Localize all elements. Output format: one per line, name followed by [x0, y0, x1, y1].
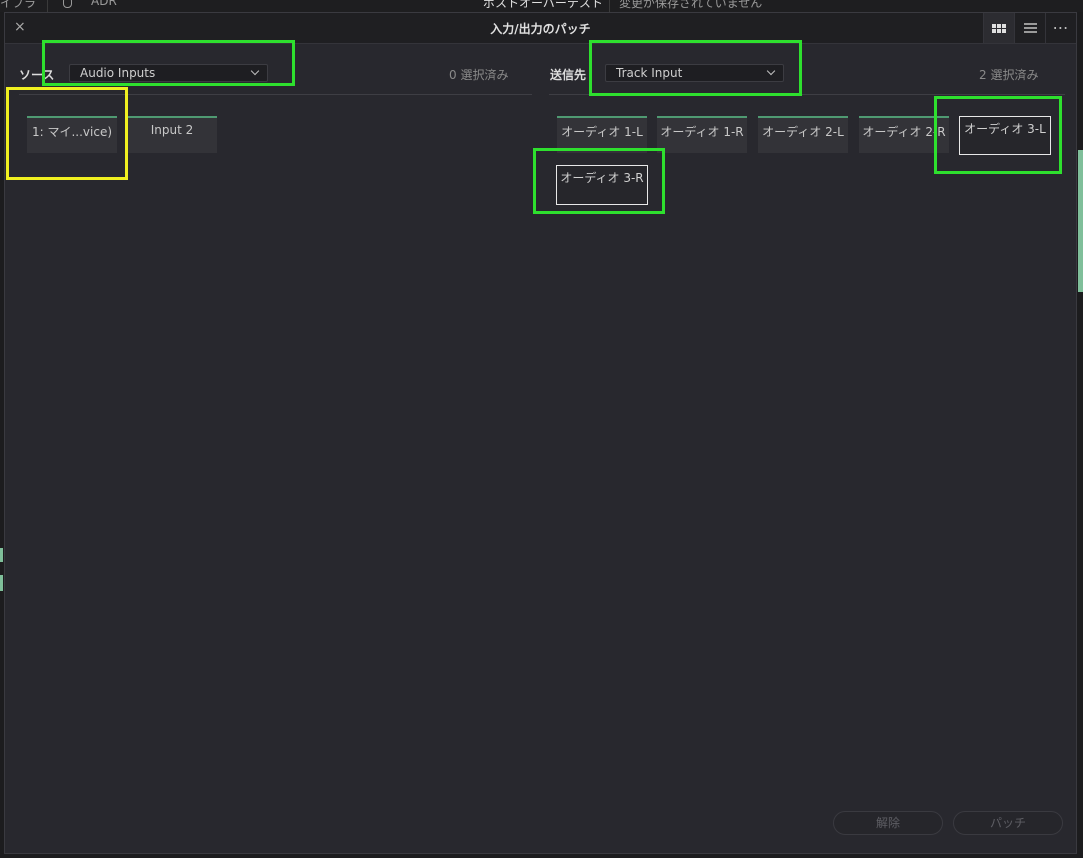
dialog-title-bar: × 入力/出力のパッチ ⋯ [5, 13, 1076, 44]
grid-view-button[interactable] [983, 13, 1014, 43]
top-bar: イブラ ADR ポストオーバーテスト 変更が保存されていません [0, 0, 1083, 12]
background-clip-strip [0, 548, 3, 562]
source-selected-count: 0 選択済み [449, 68, 509, 82]
destination-label: 送信先 [550, 68, 587, 82]
source-dropdown-value: Audio Inputs [80, 66, 156, 80]
destination-slot-label: オーディオ 3-R [560, 171, 644, 185]
source-dropdown[interactable]: Audio Inputs [69, 64, 268, 82]
top-bar-left-text: イブラ [0, 0, 37, 10]
destination-slot-label: オーディオ 2-R [862, 125, 946, 139]
chevron-down-icon [766, 66, 776, 76]
view-switcher: ⋯ [983, 13, 1076, 43]
destination-dropdown[interactable]: Track Input [605, 64, 784, 82]
destination-slot-5[interactable]: オーディオ 3-L [959, 116, 1051, 155]
grid-icon [992, 23, 1006, 33]
microphone-icon[interactable] [63, 0, 72, 8]
destination-slot-3[interactable]: オーディオ 2-L [758, 116, 848, 153]
destination-slot-label: オーディオ 3-L [964, 122, 1046, 136]
background-clip-strip [1078, 150, 1083, 292]
more-icon: ⋯ [1052, 18, 1070, 37]
patch-dialog: × 入力/出力のパッチ ⋯ ソース Audio Inputs 0 選択済み 1:… [4, 12, 1077, 854]
source-divider [19, 94, 532, 95]
list-view-button[interactable] [1014, 13, 1045, 43]
destination-slot-label: オーディオ 1-R [660, 125, 744, 139]
destination-slot-label: オーディオ 1-L [561, 125, 643, 139]
unpatch-button[interactable]: 解除 [833, 811, 943, 835]
background-clip-strip [0, 575, 3, 591]
source-label: ソース [19, 68, 55, 82]
top-bar-separator [609, 0, 610, 12]
destination-divider [549, 94, 1065, 95]
chevron-down-icon [250, 66, 260, 76]
unsaved-status: 変更が保存されていません [619, 0, 763, 10]
destination-slot-4[interactable]: オーディオ 2-R [859, 116, 949, 153]
destination-slot-2[interactable]: オーディオ 1-R [657, 116, 747, 153]
destination-slot-6[interactable]: オーディオ 3-R [556, 165, 648, 205]
top-bar-separator [47, 0, 48, 12]
patch-button[interactable]: パッチ [953, 811, 1063, 835]
dialog-title: 入力/出力のパッチ [490, 22, 591, 36]
more-options-button[interactable]: ⋯ [1045, 13, 1076, 43]
source-slot-1[interactable]: 1: マイ...vice) [27, 116, 117, 153]
destination-selected-count: 2 選択済み [979, 68, 1039, 82]
destination-slot-label: オーディオ 2-L [762, 125, 844, 139]
project-title: ポストオーバーテスト [483, 0, 603, 10]
source-slot-label: Input 2 [150, 123, 194, 137]
list-icon [1023, 23, 1037, 33]
destination-dropdown-value: Track Input [616, 66, 683, 80]
adr-label[interactable]: ADR [91, 0, 117, 8]
source-slot-label: 1: マイ...vice) [31, 125, 113, 139]
destination-slot-1[interactable]: オーディオ 1-L [557, 116, 647, 153]
source-slot-2[interactable]: Input 2 [127, 116, 217, 153]
